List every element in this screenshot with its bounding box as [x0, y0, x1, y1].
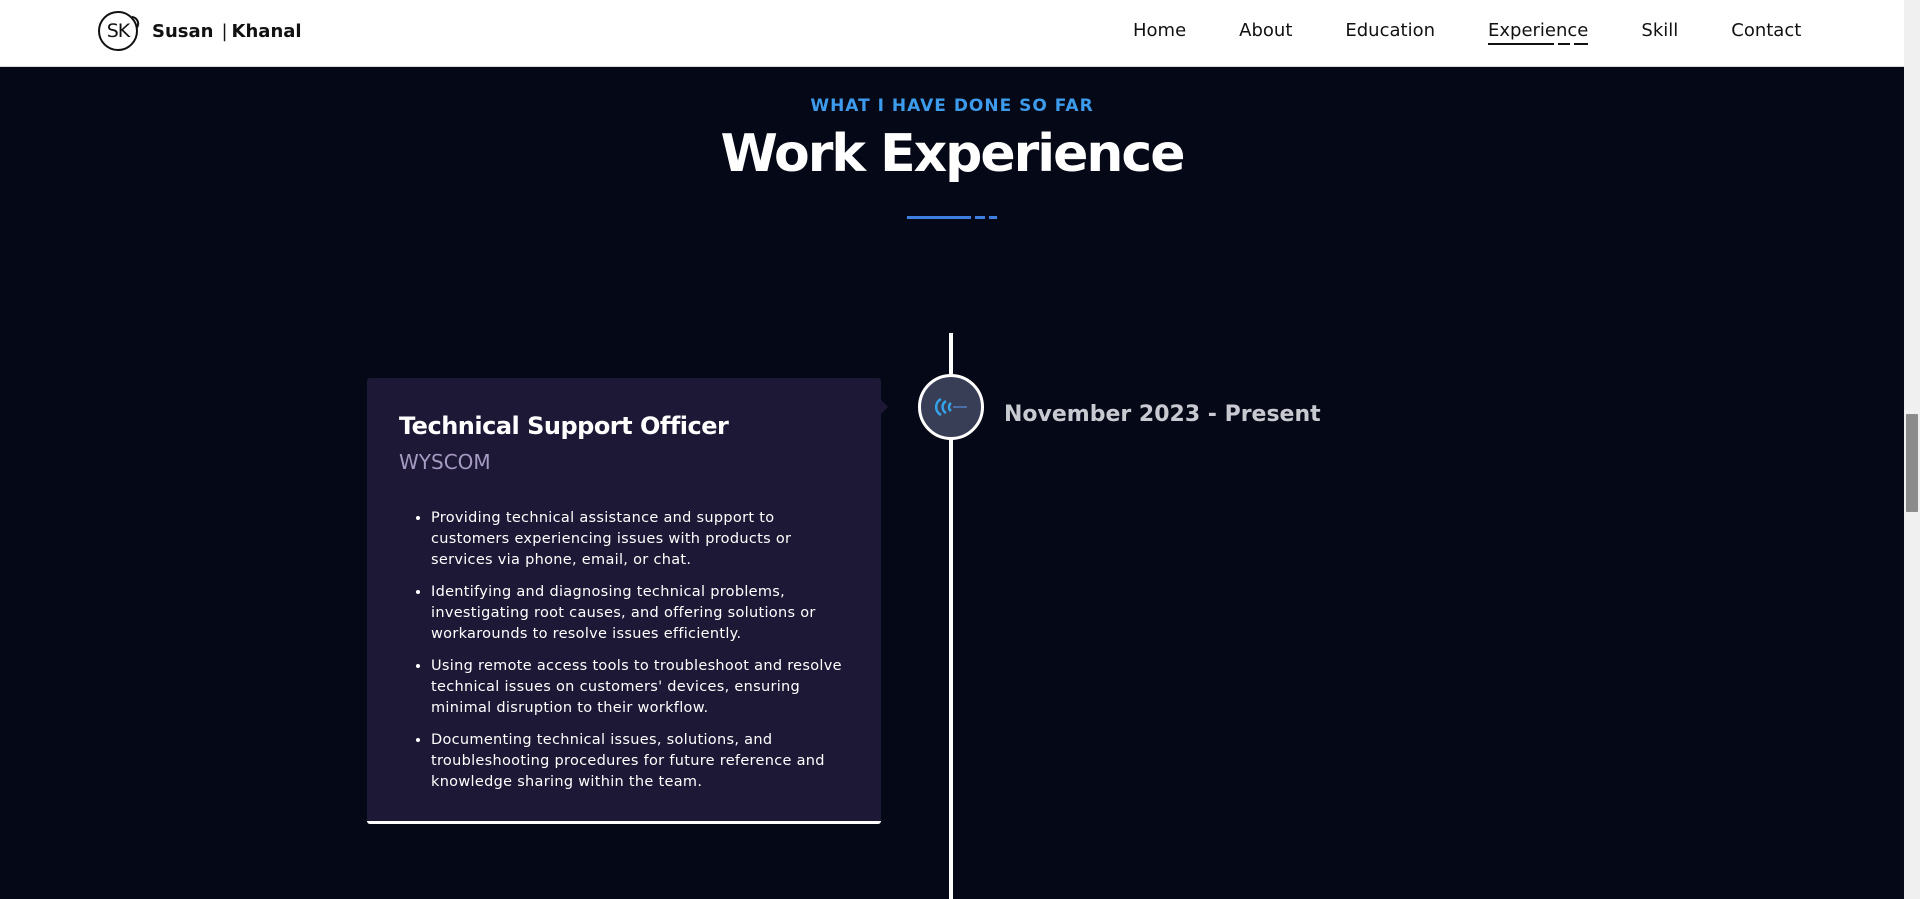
nav-link-home[interactable]: Home [1133, 20, 1186, 45]
nav-link-education[interactable]: Education [1345, 20, 1435, 45]
navbar: SK Susan | Khanal Home About Education Exp… [0, 0, 1904, 67]
timeline-node [918, 374, 984, 440]
responsibility-item: Using remote access tools to troubleshoo… [431, 656, 849, 719]
brand-name: Susan | Khanal [152, 21, 302, 42]
nav-link-skill[interactable]: Skill [1641, 20, 1678, 45]
experience-card: Technical Support Officer WYSCOM Providi… [367, 378, 881, 824]
nav-link-about[interactable]: About [1239, 20, 1292, 45]
brand-first-name: Susan [152, 20, 214, 42]
title-divider [907, 216, 997, 219]
responsibility-item: Documenting technical issues, solutions,… [431, 730, 849, 793]
section-title: Work Experience [720, 124, 1186, 184]
responsibility-item: Providing technical assistance and suppo… [431, 508, 849, 571]
nav-link-contact[interactable]: Contact [1731, 20, 1801, 45]
nav-link-experience[interactable]: Experience [1488, 20, 1589, 45]
brand-separator: | [221, 20, 228, 42]
responsibility-list: Providing technical assistance and suppo… [399, 508, 849, 793]
brand-link[interactable]: SK Susan | Khanal [98, 11, 302, 51]
section-eyebrow: WHAT I HAVE DONE SO FAR [810, 96, 1094, 116]
brand-last-name: Khanal [231, 20, 302, 42]
company-name: WYSCOM [399, 450, 491, 474]
logo-icon: SK [98, 11, 138, 51]
job-title: Technical Support Officer [399, 412, 729, 440]
nav-links: Home About Education Experience Skill Co… [1133, 20, 1801, 45]
company-logo-icon [934, 397, 967, 417]
card-pointer-arrow [881, 400, 888, 414]
responsibility-item: Identifying and diagnosing technical pro… [431, 582, 849, 645]
experience-date: November 2023 - Present [1004, 402, 1321, 427]
scrollbar-thumb[interactable] [1906, 414, 1918, 512]
